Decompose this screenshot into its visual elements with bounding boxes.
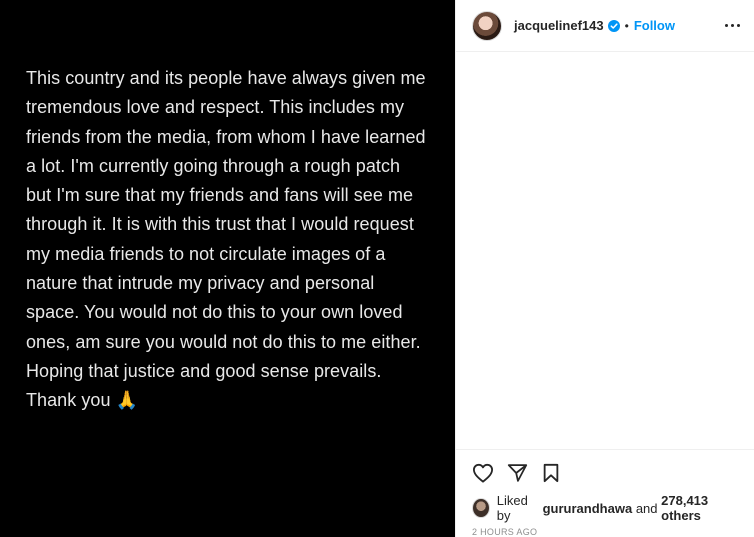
username-link[interactable]: jacquelinef143 bbox=[514, 18, 604, 33]
paper-plane-icon[interactable] bbox=[504, 460, 530, 486]
avatar[interactable] bbox=[472, 10, 502, 41]
liker-avatar[interactable] bbox=[472, 498, 490, 518]
post-sidebar: jacquelinef143 • Follow Liked by gururan… bbox=[455, 0, 754, 537]
likes-summary: Liked by gururandhawa and 278,413 others bbox=[456, 493, 754, 523]
likes-conjunction: and bbox=[635, 500, 658, 516]
folded-hands-emoji: 🙏 bbox=[115, 390, 139, 411]
heart-icon[interactable] bbox=[470, 460, 496, 486]
likes-count-link[interactable]: 278,413 others bbox=[661, 493, 740, 523]
separator-dot: • bbox=[624, 18, 629, 33]
follow-button[interactable]: Follow bbox=[634, 18, 675, 33]
likes-prefix: Liked by bbox=[496, 493, 528, 523]
more-options-icon[interactable] bbox=[725, 24, 740, 27]
action-bar bbox=[456, 449, 754, 495]
bookmark-icon[interactable] bbox=[538, 460, 564, 486]
post-media-text: This country and its people have always … bbox=[26, 64, 427, 416]
post-header: jacquelinef143 • Follow bbox=[456, 0, 754, 52]
verified-badge-icon bbox=[607, 19, 620, 32]
comments-area[interactable] bbox=[456, 52, 754, 449]
media-statement: This country and its people have always … bbox=[26, 68, 426, 411]
post-media[interactable]: This country and its people have always … bbox=[0, 0, 455, 537]
liker-username-link[interactable]: gururandhawa bbox=[543, 501, 633, 516]
instagram-post: This country and its people have always … bbox=[0, 0, 754, 537]
post-timestamp[interactable]: 2 HOURS AGO bbox=[456, 521, 754, 537]
